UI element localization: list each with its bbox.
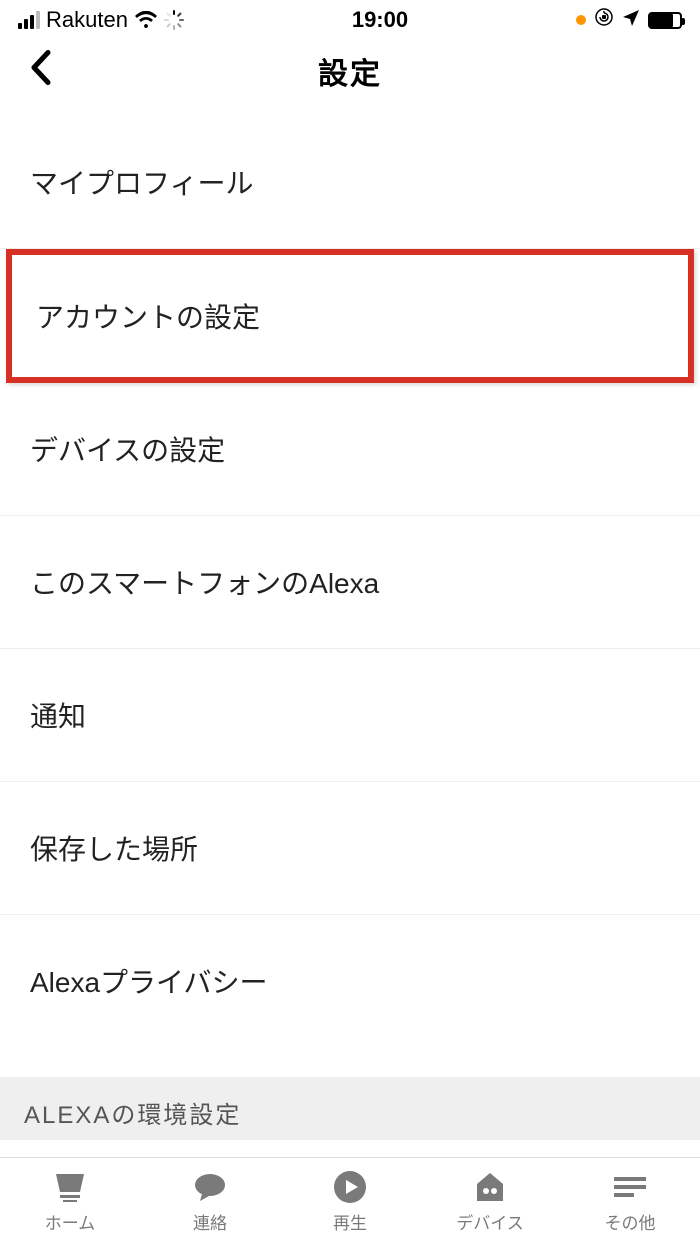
menu-icon	[610, 1169, 650, 1205]
row-alexa-privacy[interactable]: Alexaプライバシー	[0, 915, 700, 1047]
chat-bubble-icon	[190, 1169, 230, 1205]
status-right	[576, 7, 682, 33]
row-account-settings[interactable]: アカウントの設定	[6, 249, 694, 383]
row-label: 通知	[30, 701, 86, 732]
tab-bar: ホーム 連絡 再生 デバイス その他	[0, 1157, 700, 1245]
settings-list: マイプロフィール アカウントの設定 デバイスの設定 このスマートフォンのAlex…	[0, 102, 700, 1140]
play-icon	[330, 1169, 370, 1205]
page-title: 設定	[318, 49, 382, 93]
row-label: アカウントの設定	[36, 302, 260, 333]
tab-contacts[interactable]: 連絡	[140, 1158, 280, 1245]
tab-home[interactable]: ホーム	[0, 1158, 140, 1245]
carrier-label: Rakuten	[46, 7, 128, 33]
cellular-signal-icon	[18, 11, 40, 29]
home-icon	[50, 1169, 90, 1205]
wifi-icon	[134, 11, 158, 29]
loading-spinner-icon	[164, 10, 184, 30]
tab-devices[interactable]: デバイス	[420, 1158, 560, 1245]
nav-header: 設定	[0, 40, 700, 102]
row-my-profile[interactable]: マイプロフィール	[0, 102, 700, 249]
row-notifications[interactable]: 通知	[0, 649, 700, 782]
row-label: 保存した場所	[30, 834, 198, 865]
location-arrow-icon	[622, 7, 640, 33]
row-saved-places[interactable]: 保存した場所	[0, 782, 700, 915]
row-label: マイプロフィール	[30, 168, 253, 199]
row-device-settings[interactable]: デバイスの設定	[0, 383, 700, 516]
devices-icon	[470, 1169, 510, 1205]
row-label: Alexaプライバシー	[30, 967, 267, 998]
clock-label: 19:00	[352, 7, 408, 33]
row-label: デバイスの設定	[30, 435, 225, 466]
tab-play[interactable]: 再生	[280, 1158, 420, 1245]
tab-label: ホーム	[45, 1209, 96, 1234]
tab-label: 再生	[333, 1209, 367, 1234]
tab-label: その他	[605, 1209, 656, 1234]
tab-label: 連絡	[193, 1209, 227, 1234]
status-bar: Rakuten 19:00	[0, 0, 700, 40]
battery-icon	[648, 12, 682, 29]
orientation-lock-icon	[594, 7, 614, 33]
recording-indicator-icon	[576, 15, 586, 25]
tab-label: デバイス	[456, 1209, 524, 1234]
back-button[interactable]	[28, 49, 52, 94]
row-alexa-on-phone[interactable]: このスマートフォンのAlexa	[0, 516, 700, 649]
status-left: Rakuten	[18, 7, 184, 33]
section-header-alexa-env: ALEXAの環境設定	[0, 1077, 700, 1140]
row-label: このスマートフォンのAlexa	[30, 568, 379, 599]
section-label: ALEXAの環境設定	[24, 1102, 241, 1129]
tab-more[interactable]: その他	[560, 1158, 700, 1245]
